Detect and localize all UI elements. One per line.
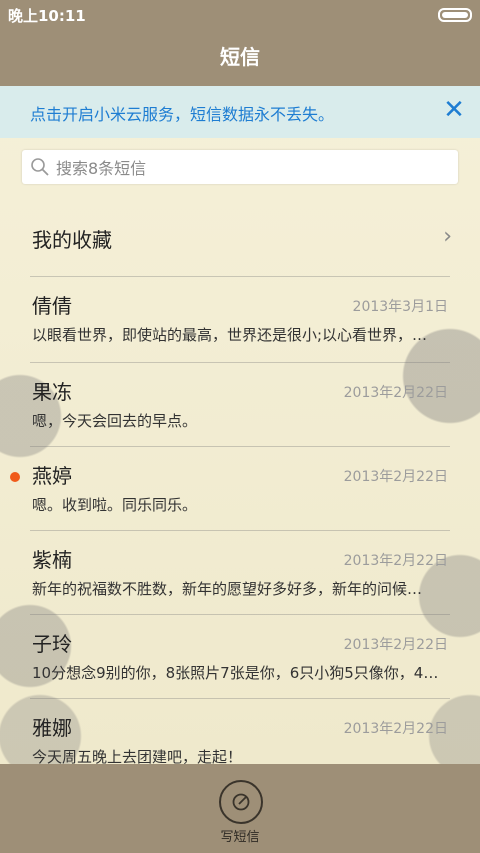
message-preview: 嗯，今天会回去的早点。 xyxy=(32,412,198,430)
message-date: 2013年2月22日 xyxy=(343,721,448,737)
contact-name: 紫楠 xyxy=(32,548,72,572)
status-bar: 晚上10:11 xyxy=(0,0,480,28)
list-item[interactable]: 倩倩 2013年3月1日 以眼看世界，即使站的最高，世界还是很小;以心看世界，… xyxy=(0,278,480,362)
status-time: 晚上10:11 xyxy=(8,7,86,25)
message-date: 2013年2月22日 xyxy=(343,553,448,569)
list-item[interactable]: 果冻 2013年2月22日 嗯，今天会回去的早点。 xyxy=(0,364,480,448)
divider xyxy=(30,614,450,615)
message-preview: 今天周五晚上去团建吧，走起！ xyxy=(32,748,243,764)
contact-name: 子玲 xyxy=(32,632,72,656)
divider xyxy=(30,276,450,277)
message-date: 2013年3月1日 xyxy=(352,299,448,315)
message-preview: 新年的祝福数不胜数，新年的愿望好多好多，新年的问候… xyxy=(32,580,423,598)
contact-name: 燕婷 xyxy=(32,464,72,488)
list-item[interactable]: 子玲 2013年2月22日 10分想念9别的你，8张照片7张是你，6只小狗5只像… xyxy=(0,616,480,700)
compose-label: 写短信 xyxy=(220,830,260,845)
compose-icon xyxy=(232,793,250,811)
unread-dot-icon xyxy=(10,472,20,482)
favorites-row[interactable]: 我的收藏 › xyxy=(0,196,480,276)
message-date: 2013年2月22日 xyxy=(343,385,448,401)
message-preview: 以眼看世界，即使站的最高，世界还是很小;以心看世界，… xyxy=(32,326,428,344)
page-title: 短信 xyxy=(0,28,480,86)
compose-button[interactable] xyxy=(219,780,263,824)
contact-name: 倩倩 xyxy=(32,294,72,318)
search-bar[interactable] xyxy=(22,150,458,184)
cloud-service-banner[interactable]: 点击开启小米云服务，短信数据永不丢失。 ✕ xyxy=(0,86,480,138)
list-item[interactable]: 雅娜 2013年2月22日 今天周五晚上去团建吧，走起！ xyxy=(0,700,480,764)
list-item[interactable]: 燕婷 2013年2月22日 嗯。收到啦。同乐同乐。 xyxy=(0,448,480,532)
message-preview: 10分想念9别的你，8张照片7张是你，6只小狗5只像你，4… xyxy=(32,664,439,682)
favorites-label: 我的收藏 xyxy=(32,228,112,252)
divider xyxy=(30,446,450,447)
banner-text[interactable]: 点击开启小米云服务，短信数据永不丢失。 xyxy=(30,101,334,125)
message-preview: 嗯。收到啦。同乐同乐。 xyxy=(32,496,198,514)
list-item[interactable]: 紫楠 2013年2月22日 新年的祝福数不胜数，新年的愿望好多好多，新年的问候… xyxy=(0,532,480,616)
divider xyxy=(30,530,450,531)
contact-name: 果冻 xyxy=(32,380,72,404)
bottom-bar: 写短信 xyxy=(0,764,480,853)
battery-icon xyxy=(438,8,472,22)
search-input[interactable] xyxy=(54,156,448,180)
chevron-right-icon: › xyxy=(443,224,452,249)
divider xyxy=(30,362,450,363)
contact-name: 雅娜 xyxy=(32,716,72,740)
close-icon[interactable]: ✕ xyxy=(440,96,468,124)
message-date: 2013年2月22日 xyxy=(343,469,448,485)
message-date: 2013年2月22日 xyxy=(343,637,448,653)
search-icon xyxy=(31,158,49,176)
conversation-list-area: 点击开启小米云服务，短信数据永不丢失。 ✕ 我的收藏 › 倩倩 2013年3月1… xyxy=(0,86,480,764)
divider xyxy=(30,698,450,699)
